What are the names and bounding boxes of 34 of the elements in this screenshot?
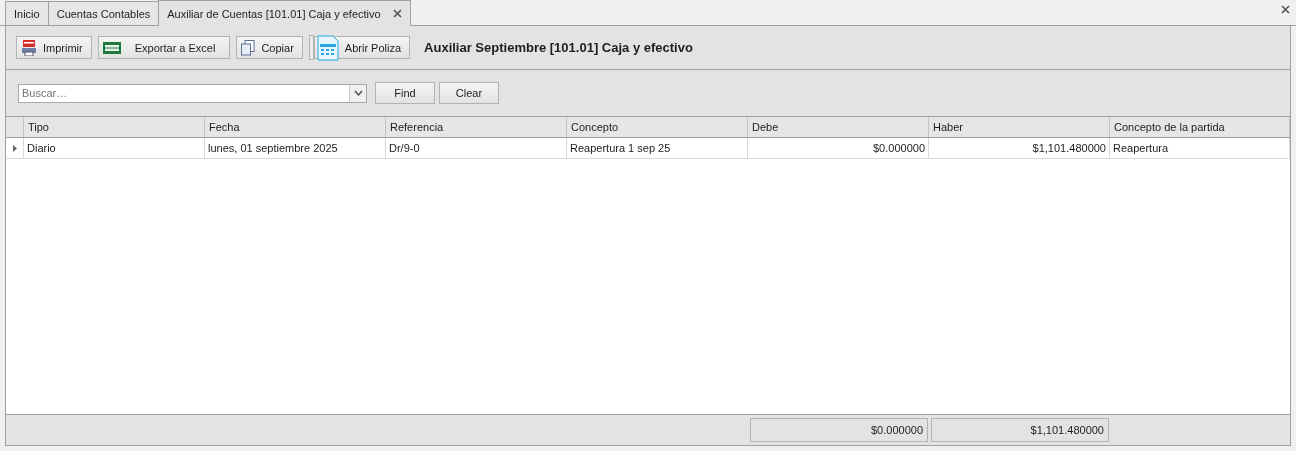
table-cell: $1,101.480000: [929, 138, 1110, 158]
copy-icon: [241, 39, 256, 56]
search-button[interactable]: Clear: [439, 82, 499, 104]
table-cell: Dr/9-0: [386, 138, 567, 158]
printer-icon: [21, 39, 37, 56]
table-cell: Diario: [24, 138, 205, 158]
table-cell: $0.000000: [748, 138, 929, 158]
column-header[interactable]: Referencia: [386, 117, 567, 137]
tab[interactable]: Auxiliar de Cuentas [101.01] Caja y efectivo: [158, 0, 411, 26]
column-header[interactable]: Concepto de la partida: [1110, 117, 1290, 137]
tab[interactable]: Cuentas Contables: [47, 1, 160, 25]
toolbar-button[interactable]: Copiar: [236, 36, 303, 59]
column-header[interactable]: Concepto: [567, 117, 748, 137]
toolbar-button[interactable]: Abrir Poliza: [313, 36, 411, 59]
column-header[interactable]: Debe: [748, 117, 929, 137]
column-header[interactable]: Tipo: [24, 117, 205, 137]
toolbar-separator: [308, 35, 314, 60]
column-header[interactable]: Haber: [929, 117, 1110, 137]
search-button[interactable]: Find: [375, 82, 435, 104]
toolbar-button[interactable]: Imprimir: [16, 36, 92, 59]
total-cell: $0.000000: [750, 418, 928, 442]
column-header[interactable]: Fecha: [205, 117, 386, 137]
dropdown-icon[interactable]: [353, 90, 363, 96]
spreadsheet-icon: [102, 40, 121, 55]
table-cell: lunes, 01 septiembre 2025: [205, 138, 386, 158]
close-icon[interactable]: [1281, 5, 1290, 14]
table-cell: Reapertura 1 sep 25: [567, 138, 748, 158]
tab[interactable]: Inicio: [5, 1, 49, 25]
report-title: Auxiliar Septiembre [101.01] Caja y efectivo: [424, 40, 693, 55]
close-icon[interactable]: [392, 9, 402, 18]
total-cell: $1,101.480000: [931, 418, 1109, 442]
table-cell: Reapertura: [1110, 138, 1290, 158]
toolbar-button[interactable]: Exportar a Excel: [97, 36, 231, 59]
document-grid-icon: [316, 34, 339, 61]
